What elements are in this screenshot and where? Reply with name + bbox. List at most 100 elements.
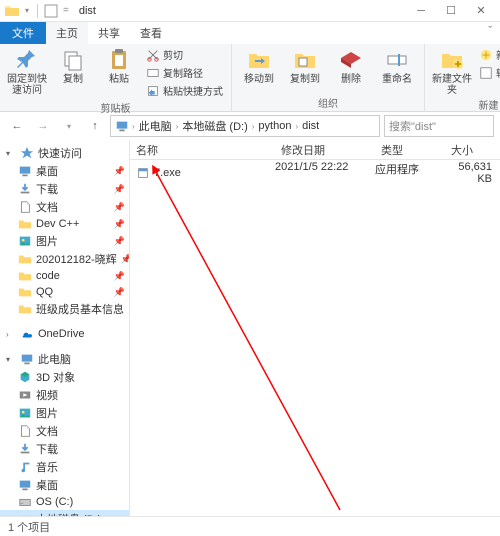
pin-button[interactable]: 固定到快速访问 bbox=[6, 46, 48, 96]
pictures-icon bbox=[18, 406, 32, 420]
sidebar-item[interactable]: 桌面📌 bbox=[0, 162, 129, 180]
easyaccess-button[interactable]: 轻松访问 ▾ bbox=[477, 64, 500, 81]
delete-icon bbox=[339, 48, 363, 72]
newfolder-icon bbox=[440, 48, 464, 72]
sidebar-item[interactable]: OS (C:) bbox=[0, 494, 129, 510]
file-row[interactable]: 7.exe2021/1/5 22:22应用程序56,631 KB bbox=[130, 160, 500, 186]
sidebar-item[interactable]: Dev C++📌 bbox=[0, 216, 129, 232]
breadcrumb[interactable]: › 此电脑› 本地磁盘 (D:)› python› dist bbox=[110, 115, 380, 137]
file-list[interactable]: 7.exe2021/1/5 22:22应用程序56,631 KB bbox=[130, 160, 500, 516]
cut-button[interactable]: 剪切 bbox=[144, 46, 225, 63]
cloud-icon bbox=[20, 327, 34, 341]
maximize-button[interactable]: ☐ bbox=[436, 0, 466, 22]
document-icon bbox=[18, 200, 32, 214]
folder-icon bbox=[18, 285, 32, 299]
sidebar-onedrive[interactable]: ›OneDrive bbox=[0, 326, 129, 342]
desktop-icon bbox=[18, 478, 32, 492]
title-bar: ▾ = dist ─ ☐ ✕ bbox=[0, 0, 500, 22]
col-size[interactable]: 大小 bbox=[445, 140, 500, 159]
copy-icon bbox=[61, 48, 85, 72]
breadcrumb-item[interactable]: python bbox=[257, 120, 292, 132]
file-content: 名称 修改日期 类型 大小 7.exe2021/1/5 22:22应用程序56,… bbox=[130, 140, 500, 516]
download-icon bbox=[18, 182, 32, 196]
breadcrumb-item[interactable]: dist bbox=[301, 120, 320, 132]
sidebar-item[interactable]: 桌面 bbox=[0, 476, 129, 494]
folder-icon bbox=[18, 252, 32, 266]
sidebar-item[interactable]: 202012182-晓辉📌 bbox=[0, 250, 129, 268]
breadcrumb-item[interactable]: 此电脑 bbox=[138, 118, 173, 134]
pc-icon bbox=[20, 352, 34, 366]
copyto-button[interactable]: 复制到 bbox=[284, 46, 326, 85]
sidebar-item[interactable]: 文档 bbox=[0, 422, 129, 440]
back-button[interactable]: ← bbox=[6, 115, 28, 137]
newfolder-button[interactable]: 新建文件夹 bbox=[431, 46, 473, 96]
col-type[interactable]: 类型 bbox=[375, 140, 445, 159]
pin-indicator: 📌 bbox=[114, 202, 125, 213]
star-icon bbox=[20, 146, 34, 160]
document-icon bbox=[18, 424, 32, 438]
ribbon-group-clipboard: 固定到快速访问 复制 粘贴 剪切 复制路径 粘贴快捷方式 剪贴板 bbox=[0, 44, 232, 111]
window-controls: ─ ☐ ✕ bbox=[406, 0, 496, 22]
sidebar-item[interactable]: 3D 对象 bbox=[0, 368, 129, 386]
moveto-icon bbox=[247, 48, 271, 72]
status-bar: 1 个项目 bbox=[0, 516, 500, 536]
disk-icon bbox=[18, 495, 32, 509]
sidebar-item[interactable]: 下载 bbox=[0, 440, 129, 458]
sidebar-quickaccess[interactable]: ▾快速访问 bbox=[0, 144, 129, 162]
forward-button[interactable]: → bbox=[32, 115, 54, 137]
tab-share[interactable]: 共享 bbox=[88, 22, 130, 44]
quick-access-toolbar: ▾ = bbox=[4, 3, 71, 19]
sidebar-item[interactable]: QQ📌 bbox=[0, 284, 129, 300]
main-area: ▾快速访问 桌面📌下载📌文档📌Dev C++📌图片📌202012182-晓辉📌c… bbox=[0, 140, 500, 516]
delete-button[interactable]: 删除 bbox=[330, 46, 372, 85]
cut-icon bbox=[146, 48, 160, 62]
minimize-button[interactable]: ─ bbox=[406, 0, 436, 22]
folder-icon bbox=[18, 269, 32, 283]
folder-icon bbox=[18, 217, 32, 231]
qat-dropdown-icon[interactable]: ▾ bbox=[22, 3, 32, 19]
ribbon-group-organize: 移动到 复制到 删除 重命名 组织 bbox=[232, 44, 425, 111]
pin-indicator: 📌 bbox=[114, 287, 125, 298]
sidebar-item[interactable]: 班级成员基本信息📌 bbox=[0, 300, 129, 318]
sidebar-item[interactable]: 本地磁盘 (D:) bbox=[0, 510, 129, 516]
sidebar-item[interactable]: 文档📌 bbox=[0, 198, 129, 216]
sidebar-item[interactable]: 音乐 bbox=[0, 458, 129, 476]
breadcrumb-item[interactable]: 本地磁盘 (D:) bbox=[181, 118, 248, 134]
tab-home[interactable]: 主页 bbox=[46, 22, 88, 44]
address-bar-row: ← → ▾ ↑ › 此电脑› 本地磁盘 (D:)› python› dist 搜… bbox=[0, 112, 500, 140]
sidebar-item[interactable]: code📌 bbox=[0, 268, 129, 284]
close-button[interactable]: ✕ bbox=[466, 0, 496, 22]
col-date[interactable]: 修改日期 bbox=[275, 140, 375, 159]
tab-file[interactable]: 文件 bbox=[0, 22, 46, 44]
tab-view[interactable]: 查看 bbox=[130, 22, 172, 44]
sidebar-item[interactable]: 视频 bbox=[0, 386, 129, 404]
path-icon bbox=[146, 66, 160, 80]
sidebar-item[interactable]: 下载📌 bbox=[0, 180, 129, 198]
newitem-button[interactable]: 新建项目 ▾ bbox=[477, 46, 500, 63]
pin-indicator: 📌 bbox=[114, 271, 125, 282]
pictures-icon bbox=[18, 234, 32, 248]
search-input[interactable]: 搜索"dist" bbox=[384, 115, 494, 137]
sidebar-item[interactable]: 图片📌 bbox=[0, 232, 129, 250]
paste-button[interactable]: 粘贴 bbox=[98, 46, 140, 85]
column-headers: 名称 修改日期 类型 大小 bbox=[130, 140, 500, 160]
window-title: dist bbox=[79, 5, 96, 17]
desktop-icon bbox=[18, 164, 32, 178]
copyto-icon bbox=[293, 48, 317, 72]
recent-dropdown[interactable]: ▾ bbox=[58, 115, 80, 137]
copy-button[interactable]: 复制 bbox=[52, 46, 94, 85]
rename-button[interactable]: 重命名 bbox=[376, 46, 418, 85]
paste-icon bbox=[107, 48, 131, 72]
sidebar-item[interactable]: 图片 bbox=[0, 404, 129, 422]
shortcut-icon bbox=[146, 84, 160, 98]
col-name[interactable]: 名称 bbox=[130, 140, 275, 159]
ribbon-expand-button[interactable]: ˇ bbox=[480, 22, 500, 44]
sidebar-thispc[interactable]: ▾此电脑 bbox=[0, 350, 129, 368]
copypath-button[interactable]: 复制路径 bbox=[144, 64, 225, 81]
up-button[interactable]: ↑ bbox=[84, 115, 106, 137]
moveto-button[interactable]: 移动到 bbox=[238, 46, 280, 85]
qat-item-icon[interactable] bbox=[43, 3, 59, 19]
pasteshortcut-button[interactable]: 粘贴快捷方式 bbox=[144, 82, 225, 99]
pin-indicator: 📌 bbox=[114, 219, 125, 230]
exe-icon bbox=[136, 166, 150, 180]
